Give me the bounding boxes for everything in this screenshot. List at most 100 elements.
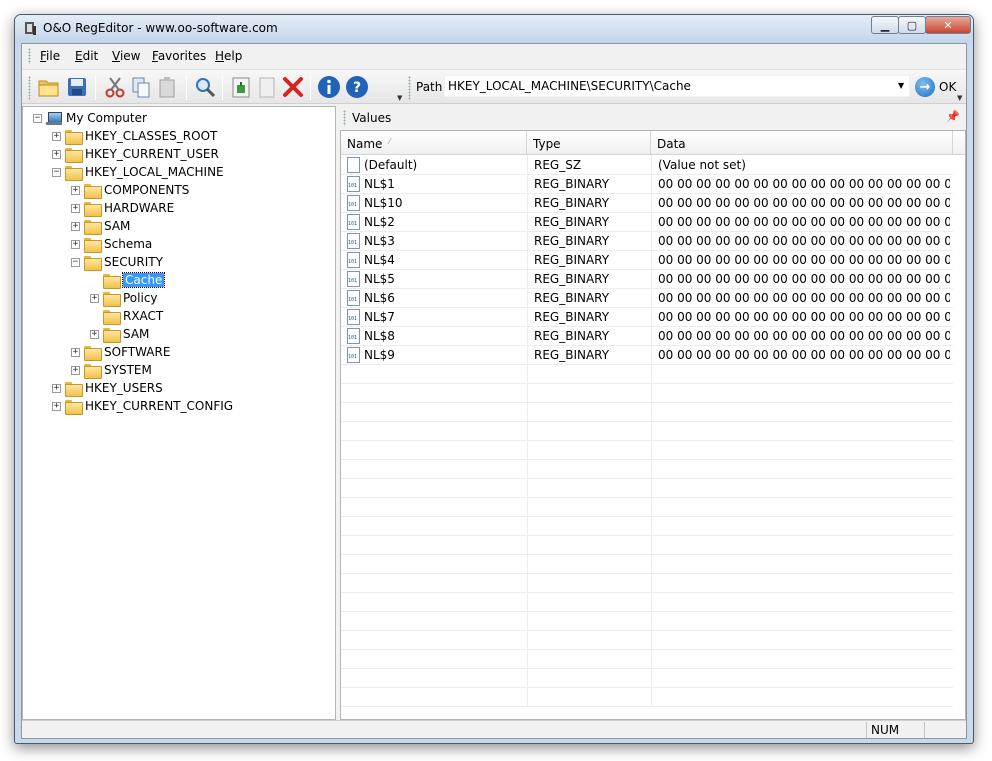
- copy-button[interactable]: [128, 74, 154, 100]
- column-header-name[interactable]: Name ⁄: [341, 131, 527, 155]
- new-value-button[interactable]: [254, 74, 280, 100]
- path-overflow-icon[interactable]: ▼: [957, 94, 962, 102]
- delete-button[interactable]: [280, 74, 306, 100]
- column-header-data[interactable]: Data: [651, 131, 953, 155]
- path-grip[interactable]: [408, 76, 411, 100]
- expand-icon[interactable]: +: [90, 329, 99, 339]
- table-row[interactable]: NL$4 REG_BINARY 00 00 00 00 00 00 00 00 00…: [341, 250, 953, 269]
- new-key-button[interactable]: [228, 74, 254, 100]
- table-row[interactable]: NL$2 REG_BINARY 00 00 00 00 00 00 00 00 00…: [341, 212, 953, 231]
- tree-node[interactable]: + Policy: [90, 289, 158, 307]
- tree-node-label[interactable]: HKEY_CURRENT_CONFIG: [85, 399, 233, 413]
- binary-value-icon: [347, 252, 360, 268]
- expand-icon[interactable]: +: [52, 131, 61, 141]
- expand-icon[interactable]: +: [71, 347, 80, 357]
- path-input[interactable]: HKEY_LOCAL_MACHINE\SECURITY\Cache: [444, 75, 910, 97]
- toolbar-grip[interactable]: [28, 76, 31, 100]
- tree-node[interactable]: + SYSTEM: [71, 361, 152, 379]
- table-row[interactable]: NL$3 REG_BINARY 00 00 00 00 00 00 00 00 00…: [341, 231, 953, 250]
- tree-node[interactable]: + Schema: [71, 235, 152, 253]
- tree-node[interactable]: − SECURITY: [71, 253, 163, 271]
- tree-node-label[interactable]: RXACT: [123, 309, 163, 323]
- close-button[interactable]: ✕: [925, 16, 971, 34]
- menu-file[interactable]: File: [40, 49, 60, 63]
- cut-button[interactable]: [102, 74, 128, 100]
- info-button[interactable]: [316, 74, 342, 100]
- table-row[interactable]: NL$10 REG_BINARY 00 00 00 00 00 00 00 00 0…: [341, 193, 953, 212]
- menu-edit[interactable]: Edit: [75, 49, 98, 63]
- tree-node-label[interactable]: HKEY_CLASSES_ROOT: [85, 129, 217, 143]
- tree-node-label[interactable]: SYSTEM: [104, 363, 152, 377]
- expand-icon[interactable]: +: [71, 239, 80, 249]
- expand-icon[interactable]: +: [71, 221, 80, 231]
- registry-tree[interactable]: − My Computer + HKEY_CLASSES_ROOT + HKEY_CURR…: [22, 106, 336, 720]
- values-grip[interactable]: [343, 110, 346, 126]
- expand-icon[interactable]: +: [71, 365, 80, 375]
- tree-node-label[interactable]: HKEY_LOCAL_MACHINE: [85, 165, 224, 179]
- expand-icon[interactable]: +: [52, 383, 61, 393]
- tree-node-label[interactable]: HARDWARE: [104, 201, 174, 215]
- collapse-icon[interactable]: −: [33, 113, 42, 123]
- table-row[interactable]: (Default) REG_SZ (Value not set): [341, 155, 953, 174]
- tree-node-label[interactable]: SAM: [104, 219, 130, 233]
- tree-node-label[interactable]: COMPONENTS: [104, 183, 189, 197]
- menu-favorites[interactable]: Favorites: [152, 49, 206, 63]
- tree-node[interactable]: + SAM: [71, 217, 130, 235]
- expand-icon[interactable]: +: [52, 149, 61, 159]
- pin-icon[interactable]: 📌: [946, 110, 960, 123]
- value-data: 00 00 00 00 00 00 00 00 00 00 00 00 00 0…: [658, 291, 950, 305]
- save-button[interactable]: [64, 74, 90, 100]
- search-button[interactable]: [192, 74, 218, 100]
- table-row[interactable]: NL$1 REG_BINARY 00 00 00 00 00 00 00 00 00…: [341, 174, 953, 193]
- open-button[interactable]: [36, 74, 62, 100]
- tree-node[interactable]: − HKEY_LOCAL_MACHINE: [52, 163, 224, 181]
- values-list[interactable]: Name ⁄ Type Data (Default) REG_SZ (Value n…: [340, 130, 966, 720]
- menu-grip[interactable]: [28, 48, 31, 64]
- expand-icon[interactable]: +: [71, 185, 80, 195]
- menu-view[interactable]: View: [112, 49, 140, 63]
- ok-button[interactable]: → OK: [915, 75, 956, 99]
- table-row[interactable]: NL$9 REG_BINARY 00 00 00 00 00 00 00 00 00…: [341, 345, 953, 364]
- paste-button[interactable]: [154, 74, 180, 100]
- expand-icon[interactable]: +: [90, 293, 99, 303]
- tree-node-label[interactable]: My Computer: [66, 111, 147, 125]
- tree-node-label[interactable]: SECURITY: [104, 255, 163, 269]
- help-button[interactable]: ?: [344, 74, 370, 100]
- collapse-icon[interactable]: −: [52, 167, 61, 177]
- expand-icon[interactable]: +: [52, 401, 61, 411]
- minimize-button[interactable]: ▁: [871, 16, 899, 34]
- expand-icon[interactable]: +: [71, 203, 80, 213]
- tree-node[interactable]: + HKEY_CURRENT_CONFIG: [52, 397, 233, 415]
- table-row[interactable]: NL$8 REG_BINARY 00 00 00 00 00 00 00 00 00…: [341, 326, 953, 345]
- grid-row-line: [341, 630, 953, 631]
- grid-row-line: [341, 687, 953, 688]
- column-header-type[interactable]: Type: [527, 131, 651, 155]
- path-dropdown-icon[interactable]: ▼: [898, 81, 904, 90]
- tree-node[interactable]: + COMPONENTS: [71, 181, 189, 199]
- tree-node[interactable]: + SOFTWARE: [71, 343, 170, 361]
- tree-node-label[interactable]: SAM: [123, 327, 149, 341]
- tree-node-label[interactable]: HKEY_USERS: [85, 381, 163, 395]
- tree-node[interactable]: Cache: [90, 271, 166, 289]
- table-row[interactable]: NL$6 REG_BINARY 00 00 00 00 00 00 00 00 00…: [341, 288, 953, 307]
- tree-node[interactable]: + HKEY_CURRENT_USER: [52, 145, 219, 163]
- tree-node-label[interactable]: Schema: [104, 237, 152, 251]
- table-row[interactable]: NL$5 REG_BINARY 00 00 00 00 00 00 00 00 00…: [341, 269, 953, 288]
- tree-node-label[interactable]: HKEY_CURRENT_USER: [85, 147, 219, 161]
- maximize-button[interactable]: ▢: [898, 16, 926, 34]
- tree-node[interactable]: + HARDWARE: [71, 199, 174, 217]
- table-row[interactable]: NL$7 REG_BINARY 00 00 00 00 00 00 00 00 00…: [341, 307, 953, 326]
- title-bar[interactable]: O&O RegEditor - www.oo-software.com ▁ ▢ …: [15, 15, 973, 43]
- tree-node-label[interactable]: SOFTWARE: [104, 345, 170, 359]
- tree-node[interactable]: + HKEY_USERS: [52, 379, 163, 397]
- collapse-icon[interactable]: −: [71, 257, 80, 267]
- toolbar-overflow-icon[interactable]: ▼: [397, 94, 402, 102]
- tree-node-label[interactable]: Cache: [121, 272, 166, 288]
- tree-node[interactable]: − My Computer: [33, 109, 147, 127]
- grid-row-line: [341, 573, 953, 574]
- tree-node-label[interactable]: Policy: [123, 291, 158, 305]
- tree-node[interactable]: RXACT: [90, 307, 163, 325]
- tree-node[interactable]: + SAM: [90, 325, 149, 343]
- tree-node[interactable]: + HKEY_CLASSES_ROOT: [52, 127, 217, 145]
- menu-help[interactable]: Help: [215, 49, 242, 63]
